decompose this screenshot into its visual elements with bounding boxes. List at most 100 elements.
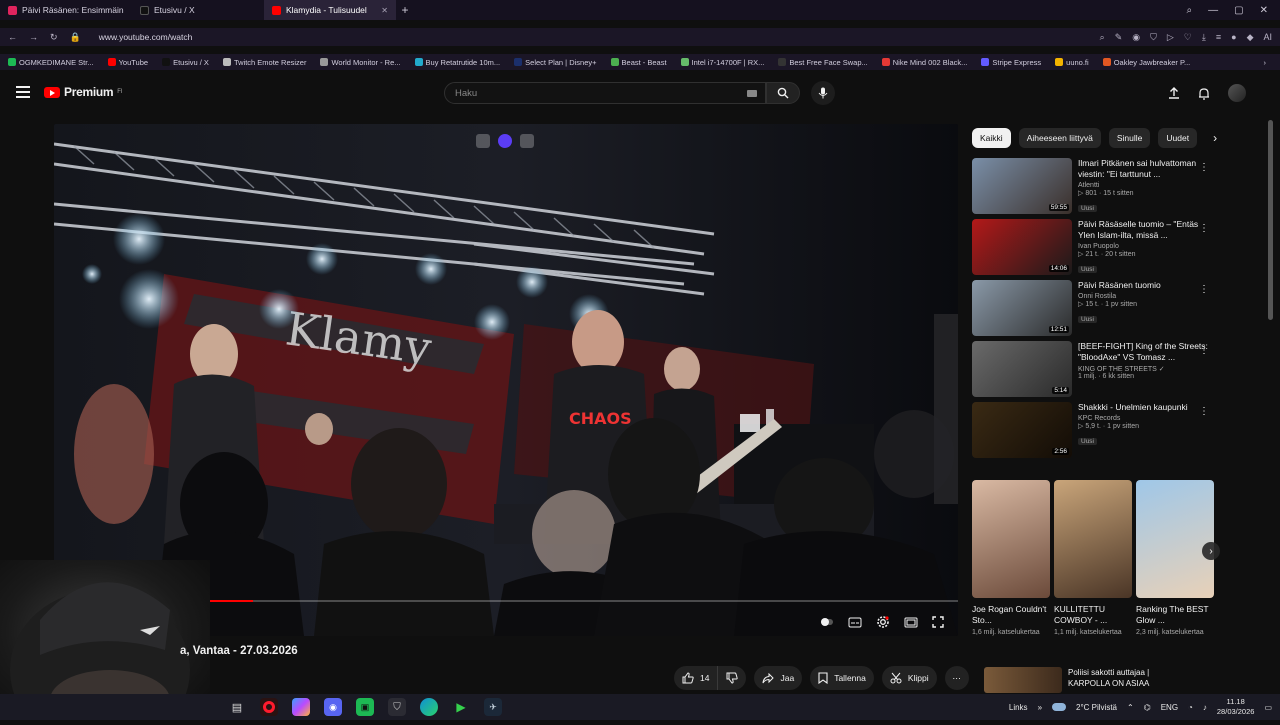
short-item[interactable]: Ranking The BEST Glow ...2,3 milj. katse… [1136, 480, 1214, 638]
download-icon[interactable]: ⤓ [1202, 32, 1206, 43]
camera-icon[interactable]: ◉ [1132, 32, 1140, 43]
list-item[interactable]: 2:56Shakkki - Unelmien kaupunkiKPC Recor… [972, 402, 1216, 463]
search-input[interactable]: Haku [444, 82, 766, 104]
video-title-link[interactable]: Poliisi sakotti auttajaa | KARPOLLA ON A… [1068, 667, 1188, 693]
video-thumbnail[interactable]: 2:56 [972, 402, 1072, 458]
more-options-icon[interactable]: ⋮ [1199, 284, 1210, 295]
bookmarks-overflow-icon[interactable]: › [1264, 58, 1280, 67]
bookmark-item[interactable]: World Monitor - Re... [320, 58, 400, 67]
short-item[interactable]: Joe Rogan Couldn't Sto...1,6 milj. katse… [972, 480, 1050, 638]
shorts-next-button[interactable]: › [1202, 542, 1220, 560]
keyboard-icon[interactable] [747, 90, 757, 97]
weather-text[interactable]: 2°C Pilvistä [1076, 703, 1117, 712]
close-window-icon[interactable]: ✕ [1260, 5, 1268, 16]
short-title[interactable]: KULLITETTU COWBOY - ... [1054, 604, 1132, 626]
clip-button[interactable]: Klippi [882, 666, 937, 690]
chip-1[interactable]: Aiheeseen liittyvä [1019, 128, 1101, 148]
browser-tab-active[interactable]: Klamydia - Tulisuudel ✕ [264, 0, 396, 20]
short-thumbnail[interactable] [1136, 480, 1214, 598]
channel-name[interactable]: Atlentti [1078, 182, 1208, 189]
ai-assistant-icon[interactable] [498, 134, 512, 148]
chip-0[interactable]: Kaikki [972, 128, 1011, 148]
voice-search-button[interactable] [811, 81, 835, 105]
network-icon[interactable]: ⌬ [1144, 703, 1151, 712]
maximize-icon[interactable]: ▢ [1234, 5, 1243, 16]
list-item[interactable]: 59:55Ilmari Pitkänen sai hulvattoman vie… [972, 158, 1216, 219]
bookmark-item[interactable]: Nike Mind 002 Black... [882, 58, 968, 67]
fullscreen-icon[interactable] [932, 616, 944, 628]
video-title-link[interactable]: Päivi Räsäselle tuomio – "Entäs Ylen Isl… [1078, 219, 1208, 241]
video-title-link[interactable]: Päivi Räsänen tuomio [1078, 280, 1208, 291]
weather-cloud-icon[interactable] [1052, 703, 1066, 711]
hamburger-menu-icon[interactable] [16, 86, 30, 98]
short-thumbnail[interactable] [1054, 480, 1132, 598]
reload-icon[interactable]: ↻ [50, 32, 58, 43]
close-tab-icon[interactable]: ✕ [381, 6, 388, 15]
heart-icon[interactable]: ♡ [1184, 32, 1192, 43]
discord-icon[interactable]: ◉ [324, 698, 342, 716]
more-actions-button[interactable]: ⋯ [945, 666, 969, 690]
browser-tab-1[interactable]: Päivi Räsänen: Ensimmäin [0, 0, 132, 20]
video-thumbnail[interactable]: 14:06 [972, 219, 1072, 275]
youtube-premium-logo[interactable]: Premium FI [44, 85, 123, 99]
dislike-button[interactable] [717, 666, 746, 690]
opera-browser-icon[interactable] [260, 698, 278, 716]
list-item[interactable]: 5:14 [BEEF-FIGHT] King of the Streets: "B… [972, 341, 1216, 402]
save-button[interactable]: Tallenna [810, 666, 874, 690]
bookmark-item[interactable]: YouTube [108, 58, 148, 67]
wifi-icon[interactable]: ◔ [1188, 703, 1193, 712]
copilot-icon[interactable] [292, 698, 310, 716]
browser-tab-2[interactable]: Etusivu / X [132, 0, 264, 20]
channel-name[interactable]: KPC Records [1078, 415, 1208, 422]
more-options-icon[interactable]: ⋮ [1199, 223, 1210, 234]
video-thumbnail[interactable]: 59:55 [972, 158, 1072, 214]
forward-icon[interactable]: → [29, 32, 38, 42]
chevron-right-icon[interactable]: › [1213, 131, 1217, 145]
channel-name[interactable]: KING OF THE STREETS ✓ [1078, 365, 1208, 373]
clock[interactable]: 11.18 28/03/2026 [1217, 697, 1255, 717]
subtitles-icon[interactable] [848, 617, 862, 628]
task-view-icon[interactable]: ▤ [228, 698, 246, 716]
ai-button[interactable]: AI [1263, 32, 1272, 43]
play-store-icon[interactable]: ▶ [452, 698, 470, 716]
notifications-bell-icon[interactable] [1198, 87, 1210, 100]
channel-name[interactable]: Onni Rostila [1078, 293, 1208, 300]
links-toolbar[interactable]: Links [1009, 703, 1028, 712]
cast-icon[interactable] [520, 134, 534, 148]
video-thumbnail[interactable]: 5:14 [972, 341, 1072, 397]
list-item[interactable]: 12:51Päivi Räsänen tuomioOnni Rostila▷ 1… [972, 280, 1216, 341]
play-icon[interactable]: ▷ [1167, 32, 1174, 43]
spotify-like-icon[interactable]: ▣ [356, 698, 374, 716]
autoplay-toggle-icon[interactable] [820, 617, 834, 627]
bookmark-item[interactable]: Buy Retatrutide 10m... [415, 58, 501, 67]
video-thumbnail[interactable]: 12:51 [972, 280, 1072, 336]
like-button[interactable]: 14 [674, 666, 717, 690]
bookmark-item[interactable]: OGMKEDIMANE Str... [8, 58, 94, 67]
short-title[interactable]: Joe Rogan Couldn't Sto... [972, 604, 1050, 626]
account-avatar[interactable] [1228, 84, 1246, 102]
back-icon[interactable]: ← [8, 32, 17, 42]
bookmark-item[interactable]: Oakley Jawbreaker P... [1103, 58, 1191, 67]
shield-icon[interactable]: ⛉ [1150, 32, 1157, 43]
more-options-icon[interactable]: ⋮ [1199, 345, 1210, 356]
shield-app-icon[interactable]: ⛉ [388, 698, 406, 716]
bookmark-item[interactable]: Beast - Beast [611, 58, 667, 67]
share-button[interactable]: Jaa [754, 666, 802, 690]
video-title-link[interactable]: [BEEF-FIGHT] King of the Streets: "Blood… [1078, 341, 1208, 363]
new-tab-button[interactable]: + [396, 3, 414, 17]
bookmark-item[interactable]: Twitch Emote Resizer [223, 58, 307, 67]
language-indicator[interactable]: ENG [1161, 703, 1178, 712]
chip-2[interactable]: Sinulle [1109, 128, 1151, 148]
more-options-icon[interactable]: ⋮ [1199, 162, 1210, 173]
list-item[interactable]: Poliisi sakotti auttajaa | KARPOLLA ON A… [984, 667, 1188, 693]
notification-center-icon[interactable]: ▭ [1264, 703, 1272, 712]
search-tabs-icon[interactable]: ⌕ [1187, 5, 1193, 16]
minimize-icon[interactable]: — [1208, 5, 1218, 16]
profile-icon[interactable]: ● [1231, 32, 1236, 43]
steam-icon[interactable]: ✈ [484, 698, 502, 716]
short-item[interactable]: KULLITETTU COWBOY - ...1,1 milj. katselu… [1054, 480, 1132, 638]
theater-mode-icon[interactable] [904, 617, 918, 628]
bookmark-item[interactable]: Select Plan | Disney+ [514, 58, 596, 67]
bookmark-item[interactable]: Best Free Face Swap... [778, 58, 867, 67]
more-options-icon[interactable]: ⋮ [1199, 406, 1210, 417]
